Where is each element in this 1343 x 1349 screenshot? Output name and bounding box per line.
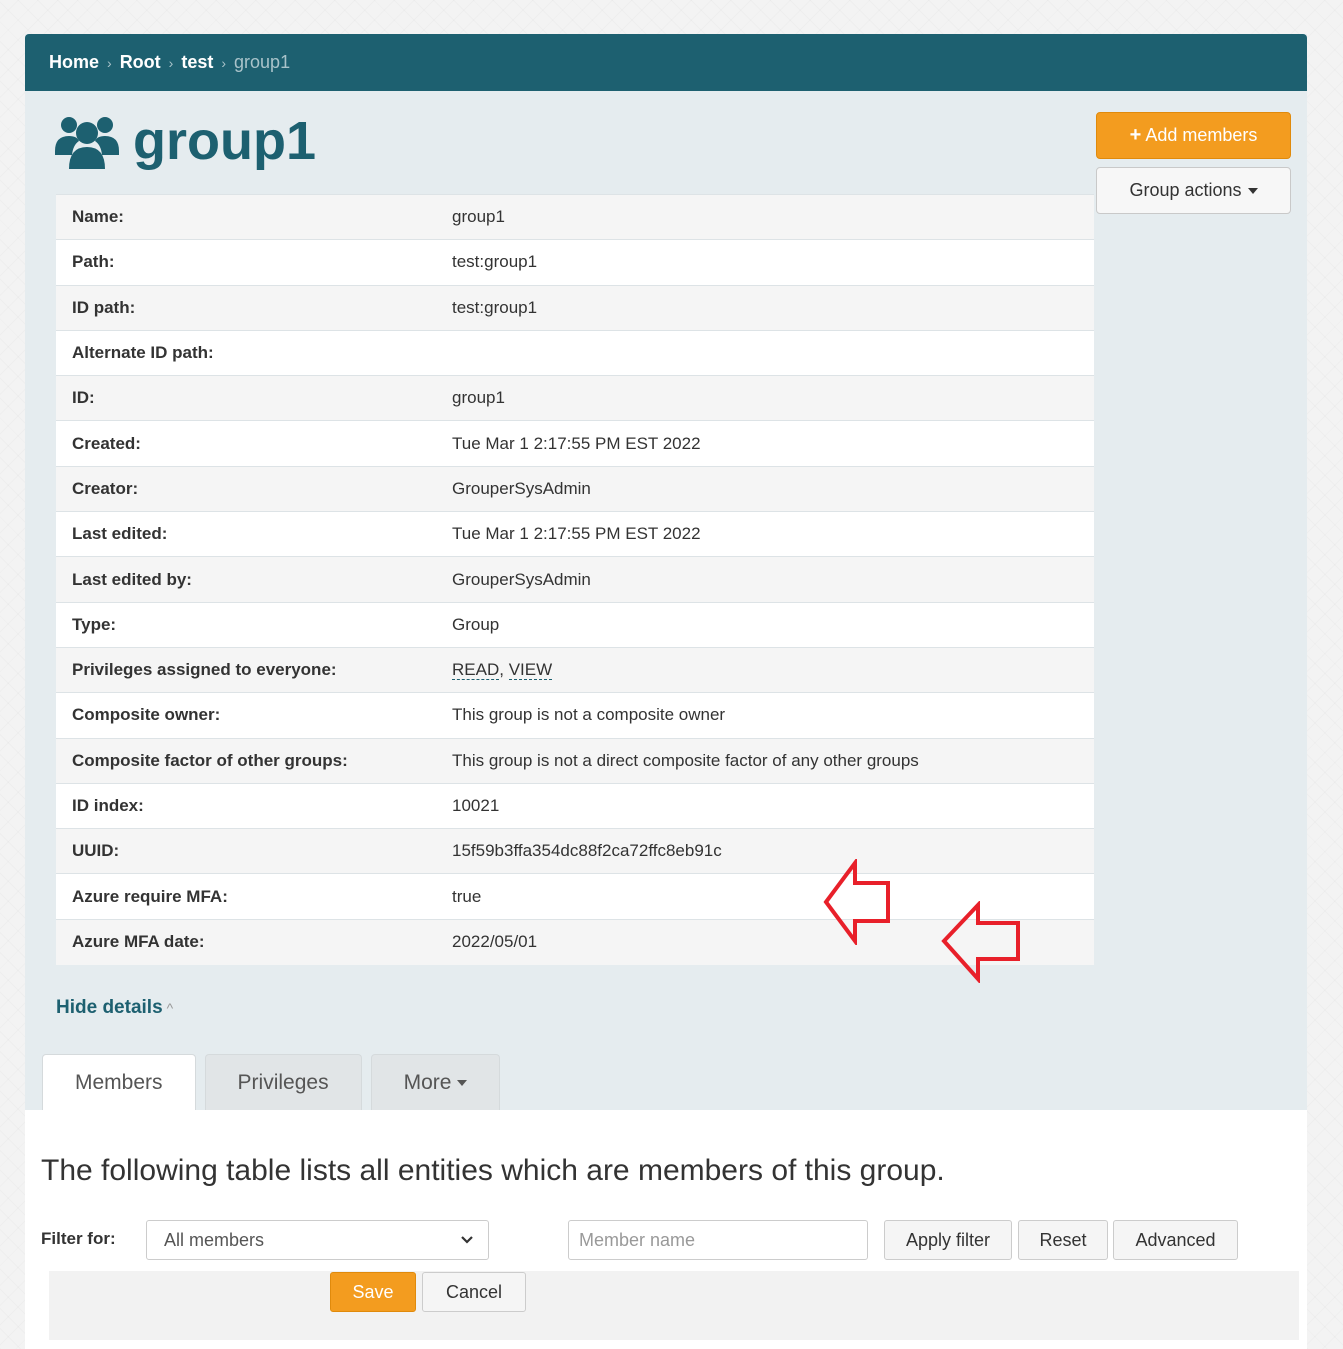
add-members-label: Add members bbox=[1145, 125, 1258, 145]
detail-label: ID index: bbox=[56, 782, 452, 829]
detail-value: This group is not a direct composite fac… bbox=[452, 737, 1094, 784]
table-row: Alternate ID path: bbox=[56, 329, 1094, 376]
detail-value: GrouperSysAdmin bbox=[452, 465, 1094, 512]
member-filter-select[interactable]: All members bbox=[146, 1220, 489, 1260]
detail-label: Azure require MFA: bbox=[56, 873, 452, 920]
group-details-table: Name: group1 Path: test:group1 ID path: tes… bbox=[56, 193, 1094, 965]
table-row: Composite owner: This group is not a comp… bbox=[56, 692, 1094, 739]
filter-label: Filter for: bbox=[41, 1229, 116, 1248]
detail-value: Tue Mar 1 2:17:55 PM EST 2022 bbox=[452, 511, 1094, 557]
table-row: ID: group1 bbox=[56, 375, 1094, 421]
table-row: Last edited: Tue Mar 1 2:17:55 PM EST 202… bbox=[56, 511, 1094, 557]
cancel-button[interactable]: Cancel bbox=[422, 1272, 526, 1312]
detail-label: Alternate ID path: bbox=[56, 329, 452, 376]
group-actions-label: Group actions bbox=[1129, 180, 1242, 200]
tab-more-label: More bbox=[403, 1070, 452, 1094]
page-title-row: group1 bbox=[55, 106, 316, 176]
tab-members[interactable]: Members bbox=[42, 1054, 196, 1111]
detail-value: Tue Mar 1 2:17:55 PM EST 2022 bbox=[452, 420, 1094, 467]
hide-details-label: Hide details bbox=[56, 997, 163, 1018]
detail-value bbox=[452, 329, 1094, 376]
table-row: Type: Group bbox=[56, 601, 1094, 648]
chevron-down-icon bbox=[461, 1236, 473, 1244]
privilege-view-link[interactable]: VIEW bbox=[508, 660, 553, 681]
member-filter-selected: All members bbox=[164, 1229, 265, 1250]
table-row: Azure MFA date: 2022/05/01 bbox=[56, 918, 1094, 965]
breadcrumb-folder[interactable]: test bbox=[181, 52, 213, 73]
table-row: Created: Tue Mar 1 2:17:55 PM EST 2022 bbox=[56, 420, 1094, 467]
members-intro-text: The following table lists all entities w… bbox=[41, 1154, 945, 1187]
table-row: Composite factor of other groups: This gr… bbox=[56, 737, 1094, 784]
privileges-value: READ, VIEW bbox=[452, 646, 1094, 693]
detail-label: Last edited: bbox=[56, 511, 452, 557]
table-row: Path: test:group1 bbox=[56, 239, 1094, 286]
table-row: Creator: GrouperSysAdmin bbox=[56, 465, 1094, 512]
group-panel: Home › Root › test › group1 group1 + Add… bbox=[25, 34, 1307, 1349]
chevron-up-icon: ^ bbox=[166, 1000, 174, 1016]
detail-value: 15f59b3ffa354dc88f2ca72ffc8eb91c bbox=[452, 828, 1094, 874]
table-row: Name: group1 bbox=[56, 193, 1094, 240]
detail-value: test:group1 bbox=[452, 284, 1094, 331]
group-tabs: Members Privileges More bbox=[42, 1054, 509, 1111]
table-row: Azure require MFA: true bbox=[56, 873, 1094, 920]
detail-value: group1 bbox=[452, 375, 1094, 421]
detail-label: Name: bbox=[56, 193, 452, 240]
detail-label: Path: bbox=[56, 239, 452, 286]
detail-label: Creator: bbox=[56, 465, 452, 512]
detail-label: ID path: bbox=[56, 284, 452, 331]
reset-button[interactable]: Reset bbox=[1018, 1220, 1108, 1260]
detail-label: UUID: bbox=[56, 828, 452, 874]
detail-value: Group bbox=[452, 601, 1094, 648]
detail-label: Type: bbox=[56, 601, 452, 648]
table-row: ID path: test:group1 bbox=[56, 284, 1094, 331]
detail-value: This group is not a composite owner bbox=[452, 692, 1094, 739]
tab-privileges[interactable]: Privileges bbox=[204, 1054, 362, 1110]
breadcrumb-separator-icon: › bbox=[107, 54, 112, 71]
table-row: Privileges assigned to everyone: READ, V… bbox=[56, 646, 1094, 693]
table-row: Last edited by: GrouperSysAdmin bbox=[56, 556, 1094, 603]
caret-down-icon bbox=[457, 1079, 468, 1086]
detail-value: GrouperSysAdmin bbox=[452, 556, 1094, 603]
save-button[interactable]: Save bbox=[330, 1272, 416, 1312]
page-title: group1 bbox=[133, 111, 316, 171]
breadcrumb-home[interactable]: Home bbox=[49, 52, 99, 73]
detail-label: Azure MFA date: bbox=[56, 918, 452, 965]
apply-filter-button[interactable]: Apply filter bbox=[884, 1220, 1012, 1260]
breadcrumb-current: group1 bbox=[234, 52, 291, 72]
users-icon bbox=[55, 117, 119, 169]
plus-icon: + bbox=[1129, 124, 1142, 146]
detail-label: Privileges assigned to everyone: bbox=[56, 646, 452, 693]
add-members-button[interactable]: + Add members bbox=[1096, 112, 1291, 159]
member-name-input[interactable] bbox=[568, 1220, 868, 1260]
annotation-arrow-left-icon bbox=[823, 859, 890, 945]
breadcrumb: Home › Root › test › group1 bbox=[25, 34, 1307, 91]
caret-down-icon bbox=[1247, 187, 1258, 194]
annotation-arrow-left-icon bbox=[941, 901, 1020, 983]
breadcrumb-root[interactable]: Root bbox=[120, 52, 161, 73]
detail-value: test:group1 bbox=[452, 239, 1094, 286]
tab-more[interactable]: More bbox=[370, 1054, 501, 1110]
form-footer: Save Cancel bbox=[49, 1271, 1299, 1340]
breadcrumb-separator-icon: › bbox=[168, 54, 174, 71]
privilege-read-link[interactable]: READ bbox=[452, 660, 500, 681]
detail-value: group1 bbox=[452, 193, 1094, 240]
hide-details-toggle[interactable]: Hide details ^ bbox=[56, 997, 173, 1019]
privilege-separator: , bbox=[499, 660, 504, 680]
detail-label: Created: bbox=[56, 420, 452, 467]
detail-label: Last edited by: bbox=[56, 556, 452, 603]
detail-value: 10021 bbox=[452, 782, 1094, 829]
detail-label: ID: bbox=[56, 375, 452, 421]
detail-label: Composite owner: bbox=[56, 692, 452, 739]
table-row: UUID: 15f59b3ffa354dc88f2ca72ffc8eb91c bbox=[56, 828, 1094, 874]
detail-label: Composite factor of other groups: bbox=[56, 737, 452, 784]
advanced-button[interactable]: Advanced bbox=[1113, 1220, 1238, 1260]
group-actions-button[interactable]: Group actions bbox=[1096, 167, 1291, 214]
table-row: ID index: 10021 bbox=[56, 782, 1094, 829]
breadcrumb-separator-icon: › bbox=[221, 54, 227, 71]
